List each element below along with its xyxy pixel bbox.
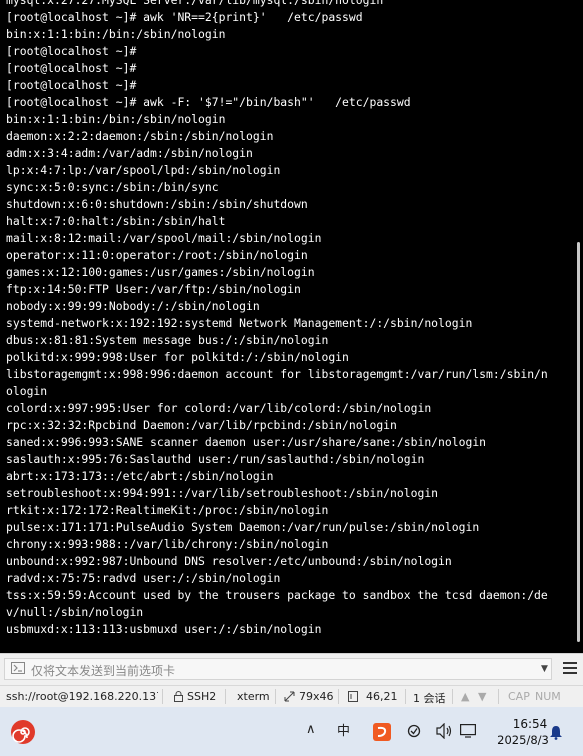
terminal-line: mail:x:8:12:mail:/var/spool/mail:/sbin/n…: [6, 231, 322, 245]
terminal-line: lp:x:4:7:lp:/var/spool/lpd:/sbin/nologin: [6, 163, 281, 177]
terminal-line: saned:x:996:993:SANE scanner daemon user…: [6, 435, 487, 449]
ime-mode-icon[interactable]: 中: [337, 722, 353, 740]
terminal-line: rtkit:x:172:172:RealtimeKit:/proc:/sbin/…: [6, 503, 329, 517]
terminal-line: abrt:x:173:173::/etc/abrt:/sbin/nologin: [6, 469, 274, 483]
terminal-line: [root@localhost ~]# awk -F: '$7!="/bin/b…: [6, 95, 411, 109]
send-text-input[interactable]: 仅将文本发送到当前选项卡 ▼: [4, 658, 552, 680]
terminal-line: tss:x:59:59:Account used by the trousers…: [6, 588, 548, 602]
terminal-line: bin:x:1:1:bin:/bin:/sbin/nologin: [6, 27, 226, 41]
terminal-line: operator:x:11:0:operator:/root:/sbin/nol…: [6, 248, 308, 262]
terminal-line: systemd-network:x:192:192:systemd Networ…: [6, 316, 473, 330]
terminal-line: [root@localhost ~]#: [6, 78, 137, 92]
terminal-line: polkitd:x:999:998:User for polkitd:/:/sb…: [6, 350, 349, 364]
lock-icon: [174, 691, 183, 702]
terminal-line: libstoragemgmt:x:998:996:daemon account …: [6, 367, 548, 381]
chevron-down-icon[interactable]: ▼: [541, 664, 548, 674]
terminal-line: daemon:x:2:2:daemon:/sbin:/sbin/nologin: [6, 129, 274, 143]
terminal-line: pulse:x:171:171:PulseAudio System Daemon…: [6, 520, 480, 534]
resize-icon: [284, 691, 295, 702]
terminal-size: 79x46: [299, 690, 334, 703]
volume-icon[interactable]: [436, 723, 454, 739]
wps-icon[interactable]: [373, 723, 391, 741]
keyboard-icon: [11, 662, 25, 674]
send-text-placeholder: 仅将文本发送到当前选项卡: [31, 664, 176, 678]
arrow-down-icon: ▼: [478, 690, 487, 703]
terminal-line: sync:x:5:0:sync:/sbin:/bin/sync: [6, 180, 219, 194]
session-count: 1 会话: [413, 692, 446, 705]
scrollbar-thumb[interactable]: [577, 242, 580, 642]
terminal-line: setroubleshoot:x:994:991::/var/lib/setro…: [6, 486, 439, 500]
taskbar: ∧ 中 16:54 2025/8/3: [0, 707, 583, 756]
num-lock-indicator: NUM: [535, 690, 561, 703]
display-icon[interactable]: [460, 724, 476, 738]
terminal-line: v/null:/sbin/nologin: [6, 605, 144, 619]
terminal-line: halt:x:7:0:halt:/sbin:/sbin/halt: [6, 214, 226, 228]
terminal-line: unbound:x:992:987:Unbound DNS resolver:/…: [6, 554, 452, 568]
terminal-type: xterm: [237, 690, 270, 703]
terminal-line: [root@localhost ~]#: [6, 61, 137, 75]
clock-date[interactable]: 2025/8/3: [492, 733, 554, 747]
terminal-line: ftp:x:14:50:FTP User:/var/ftp:/sbin/nolo…: [6, 282, 301, 296]
terminal-line: dbus:x:81:81:System message bus:/:/sbin/…: [6, 333, 329, 347]
terminal-line: rpc:x:32:32:Rpcbind Daemon:/var/lib/rpcb…: [6, 418, 397, 432]
menu-icon[interactable]: [563, 662, 577, 674]
cursor-position: 46,21: [366, 690, 398, 703]
app-spiral-icon[interactable]: [9, 718, 37, 746]
terminal-line: [root@localhost ~]#: [6, 44, 137, 58]
terminal-line: usbmuxd:x:113:113:usbmuxd user:/:/sbin/n…: [6, 622, 322, 636]
terminal-line: shutdown:x:6:0:shutdown:/sbin:/sbin/shut…: [6, 197, 308, 211]
caps-lock-indicator: CAP: [508, 690, 530, 703]
arrow-up-icon: ▲: [461, 690, 470, 703]
terminal-scrollbar[interactable]: [569, 0, 583, 653]
terminal-line: bin:x:1:1:bin:/bin:/sbin/nologin: [6, 112, 226, 126]
cursor-position-icon: [348, 691, 358, 702]
terminal-output[interactable]: mysql:x:27:27:MySQL Server:/var/lib/mysq…: [0, 0, 583, 653]
terminal-line: saslauth:x:995:76:Saslauthd user:/run/sa…: [6, 452, 425, 466]
status-bar: ssh://root@192.168.220.137:2 SSH2 xterm …: [0, 685, 583, 707]
terminal-lines: mysql:x:27:27:MySQL Server:/var/lib/mysq…: [6, 0, 567, 638]
terminal-line: chrony:x:993:988::/var/lib/chrony:/sbin/…: [6, 537, 329, 551]
network-icon[interactable]: [407, 724, 421, 738]
connection-string: ssh://root@192.168.220.137:2: [6, 690, 158, 703]
send-text-bar: 仅将文本发送到当前选项卡 ▼: [0, 653, 583, 685]
terminal-line: games:x:12:100:games:/usr/games:/sbin/no…: [6, 265, 315, 279]
terminal-line: ologin: [6, 384, 48, 398]
terminal-line: [root@localhost ~]# awk 'NR==2{print}' /…: [6, 10, 363, 24]
terminal-line: nobody:x:99:99:Nobody:/:/sbin/nologin: [6, 299, 260, 313]
chevron-up-icon[interactable]: ∧: [306, 722, 316, 737]
protocol-label: SSH2: [187, 690, 217, 703]
clock-time[interactable]: 16:54: [506, 717, 554, 731]
terminal-line: mysql:x:27:27:MySQL Server:/var/lib/mysq…: [6, 0, 384, 7]
terminal-line: adm:x:3:4:adm:/var/adm:/sbin/nologin: [6, 146, 253, 160]
terminal-line: radvd:x:75:75:radvd user:/:/sbin/nologin: [6, 571, 281, 585]
notification-bell-icon[interactable]: [549, 725, 563, 740]
svg-text:中: 中: [337, 724, 350, 739]
terminal-line: colord:x:997:995:User for colord:/var/li…: [6, 401, 432, 415]
